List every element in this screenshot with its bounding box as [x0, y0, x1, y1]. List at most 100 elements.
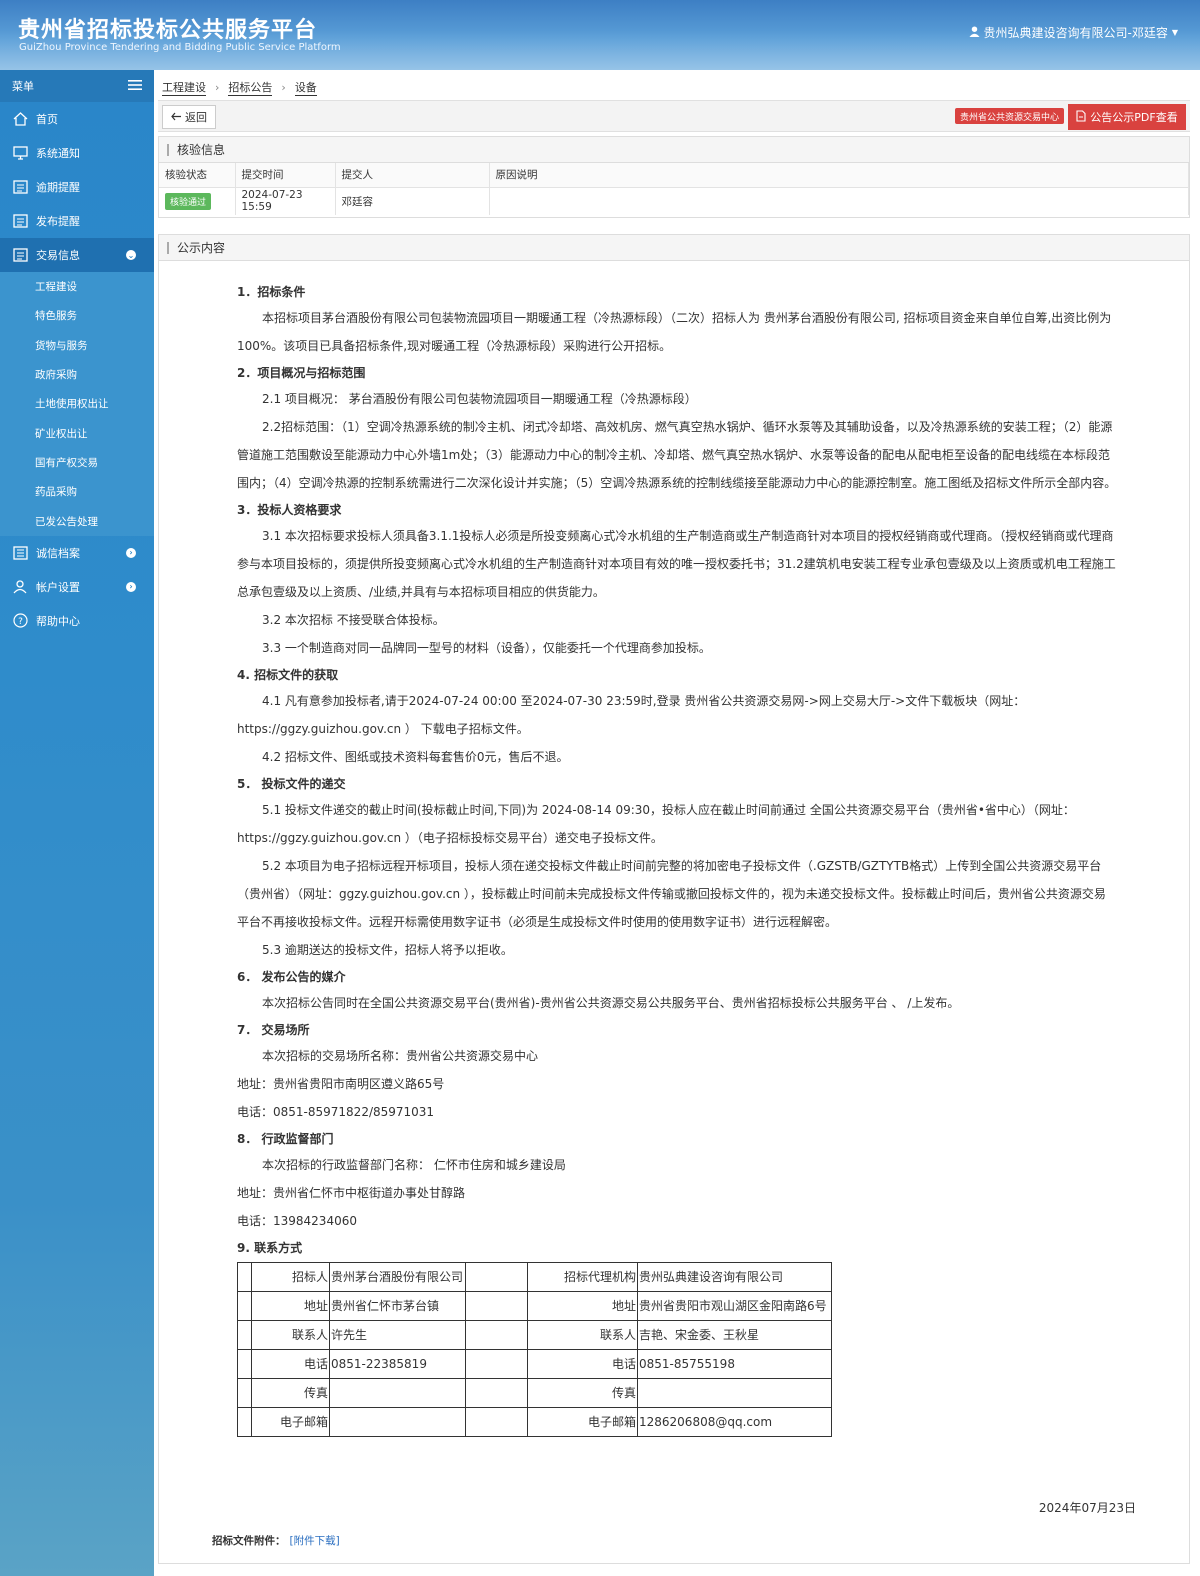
caret-down-icon: ▼ — [1171, 28, 1178, 37]
paragraph: 4.1 凡有意参加投标者,请于2024-07-24 00:00 至2024-07… — [237, 694, 1026, 736]
section-heading: 7． 交易场所 — [237, 1023, 310, 1037]
panel-header: 核验信息 — [159, 137, 1189, 163]
verify-panel: 核验信息 核验状态 提交时间 提交人 原因说明 核验通过 2024-07-23 … — [158, 136, 1190, 218]
help-icon: ? — [12, 613, 28, 629]
back-label: 返回 — [185, 111, 207, 124]
value-cell: 贵州茅台酒股份有限公司 — [329, 1262, 466, 1292]
site-title: 贵州省招标投标公共服务平台 — [18, 18, 318, 43]
label-cell: 招标人 — [251, 1262, 330, 1292]
sidebar-item-label: 发布提醒 — [36, 215, 80, 228]
submenu-item[interactable]: 已发公告处理 — [0, 506, 154, 535]
label-cell: 电话 — [251, 1349, 330, 1379]
attachment-row: 招标文件附件： [附件下载] — [212, 1533, 340, 1548]
spacer-cell — [465, 1291, 528, 1321]
sidebar-item-overdue[interactable]: 逾期提醒 — [0, 170, 154, 204]
attachment-label: 招标文件附件： — [212, 1535, 286, 1547]
user-icon — [968, 25, 980, 40]
table-header-row: 核验状态 提交时间 提交人 原因说明 — [159, 163, 1189, 188]
spacer-cell — [465, 1349, 528, 1379]
breadcrumb-item[interactable]: 设备 — [294, 79, 317, 96]
paragraph: 电话：0851-85971822/85971031 — [237, 1105, 435, 1119]
spacer-cell — [237, 1378, 252, 1408]
label-cell: 传真 — [527, 1378, 638, 1408]
value-cell: 贵州弘典建设咨询有限公司 — [637, 1262, 832, 1292]
back-icon — [171, 111, 182, 124]
spacer-cell — [237, 1320, 252, 1350]
chevron-down-icon: ⌄ — [126, 250, 136, 260]
paragraph: 4.2 招标文件、图纸或技术资料每套售价0元，售后不退。 — [262, 750, 569, 764]
chevron-right-icon: › — [126, 547, 136, 558]
table-row: 地址 贵州省仁怀市茅台镇 地址 贵州省贵阳市观山湖区金阳南路6号 — [237, 1291, 832, 1321]
section-heading: 6． 发布公告的媒介 — [237, 970, 346, 984]
pdf-view-button[interactable]: 公告公示PDF查看 — [1068, 104, 1186, 130]
paragraph: 本次招标公告同时在全国公共资源交易平台(贵州省)-贵州省公共资源交易公共服务平台… — [262, 996, 960, 1010]
label-cell: 招标代理机构 — [527, 1262, 638, 1292]
table-row: 招标人 贵州茅台酒股份有限公司 招标代理机构 贵州弘典建设咨询有限公司 — [237, 1262, 832, 1292]
label-cell: 联系人 — [251, 1320, 330, 1350]
spacer-cell — [465, 1320, 528, 1350]
notice-date: 2024年07月23日 — [1038, 1501, 1136, 1515]
submenu-item[interactable]: 土地使用权出让 — [0, 389, 154, 418]
sidebar-item-home[interactable]: 首页 — [0, 102, 154, 136]
sidebar-item-credit[interactable]: 诚信档案 › — [0, 536, 154, 570]
breadcrumb-separator-icon: › — [215, 80, 220, 94]
column-header: 提交时间 — [235, 163, 336, 188]
table-row: 传真 传真 — [237, 1378, 832, 1408]
user-menu[interactable]: 贵州弘典建设咨询有限公司-邓廷容 ▼ — [968, 24, 1178, 41]
sidebar-item-label: 首页 — [36, 113, 58, 126]
submenu-item[interactable]: 药品采购 — [0, 477, 154, 506]
sidebar-item-notifications[interactable]: 系统通知 — [0, 136, 154, 170]
time-cell: 2024-07-23 15:59 — [235, 187, 336, 215]
panel-title: 核验信息 — [177, 143, 226, 157]
panel-header: 公示内容 — [159, 235, 1189, 261]
submenu-item[interactable]: 货物与服务 — [0, 331, 154, 360]
section-heading: 9. 联系方式 — [237, 1241, 303, 1255]
label-cell: 传真 — [251, 1378, 330, 1408]
paragraph: 2.1 项目概况： 茅台酒股份有限公司包装物流园项目一期暖通工程（冷热源标段） — [262, 392, 697, 406]
breadcrumb-separator-icon: › — [281, 80, 286, 94]
section-heading: 3．投标人资格要求 — [237, 503, 342, 517]
paragraph: 地址：贵州省贵阳市南明区遵义路65号 — [237, 1077, 445, 1091]
sidebar-item-label: 逾期提醒 — [36, 181, 80, 194]
spacer-cell — [237, 1291, 252, 1321]
section-heading: 4. 招标文件的获取 — [237, 668, 339, 682]
sidebar: 菜单 首页 系统通知 逾期提醒 发布提醒 交易信息 ⌄ 工程建设 特色服务 货物… — [0, 70, 154, 1576]
svg-text:?: ? — [18, 617, 23, 627]
submenu-item[interactable]: 国有产权交易 — [0, 448, 154, 477]
submenu-item[interactable]: 政府采购 — [0, 360, 154, 389]
monitor-icon — [12, 145, 28, 161]
pdf-icon — [1076, 109, 1086, 125]
label-cell: 电子邮箱 — [527, 1407, 638, 1437]
panel-header-bar — [167, 143, 169, 156]
status-badge: 核验通过 — [165, 192, 212, 210]
user-icon — [12, 579, 28, 595]
value-cell: 0851-85755198 — [637, 1349, 832, 1379]
menu-label: 菜单 — [12, 80, 34, 93]
value-cell — [329, 1378, 466, 1408]
hamburger-icon[interactable] — [128, 79, 142, 94]
breadcrumb-item[interactable]: 工程建设 — [162, 79, 206, 96]
back-button[interactable]: 返回 — [162, 105, 216, 129]
section-heading: 2．项目概况与招标范围 — [237, 366, 366, 380]
sidebar-item-publish[interactable]: 发布提醒 — [0, 204, 154, 238]
sidebar-item-help[interactable]: ? 帮助中心 — [0, 604, 154, 638]
value-cell: 1286206808@qq.com — [637, 1407, 832, 1437]
sidebar-item-trade-info[interactable]: 交易信息 ⌄ — [0, 238, 154, 272]
spacer-cell — [465, 1407, 528, 1437]
spacer-cell — [465, 1378, 528, 1408]
attachment-download-link[interactable]: [附件下载] — [290, 1535, 340, 1547]
paragraph: 3.3 一个制造商对同一品牌同一型号的材料（设备），仅能委托一个代理商参加投标。 — [262, 641, 711, 655]
chevron-right-icon: › — [126, 581, 136, 592]
submenu-item[interactable]: 矿业权出让 — [0, 418, 154, 447]
table-row: 电子邮箱 电子邮箱 1286206808@qq.com — [237, 1407, 832, 1437]
submenu-item[interactable]: 工程建设 — [0, 272, 154, 301]
column-header: 提交人 — [335, 163, 490, 188]
submenu-item[interactable]: 特色服务 — [0, 301, 154, 330]
pdf-view-label: 公告公示PDF查看 — [1090, 111, 1178, 124]
main-content: 工程建设 › 招标公告 › 设备 返回 贵州省公共资源交易中心 公告公示PDF查… — [154, 70, 1200, 1576]
breadcrumb: 工程建设 › 招标公告 › 设备 — [162, 76, 317, 98]
contact-table: 招标人 贵州茅台酒股份有限公司 招标代理机构 贵州弘典建设咨询有限公司 地址 贵州省仁怀… — [237, 1262, 832, 1437]
sidebar-item-account[interactable]: 帐户设置 › — [0, 570, 154, 604]
paragraph: 5.1 投标文件递交的截止时间(投标截止时间,下同)为 2024-08-14 0… — [237, 803, 1075, 845]
breadcrumb-item[interactable]: 招标公告 — [228, 79, 273, 96]
